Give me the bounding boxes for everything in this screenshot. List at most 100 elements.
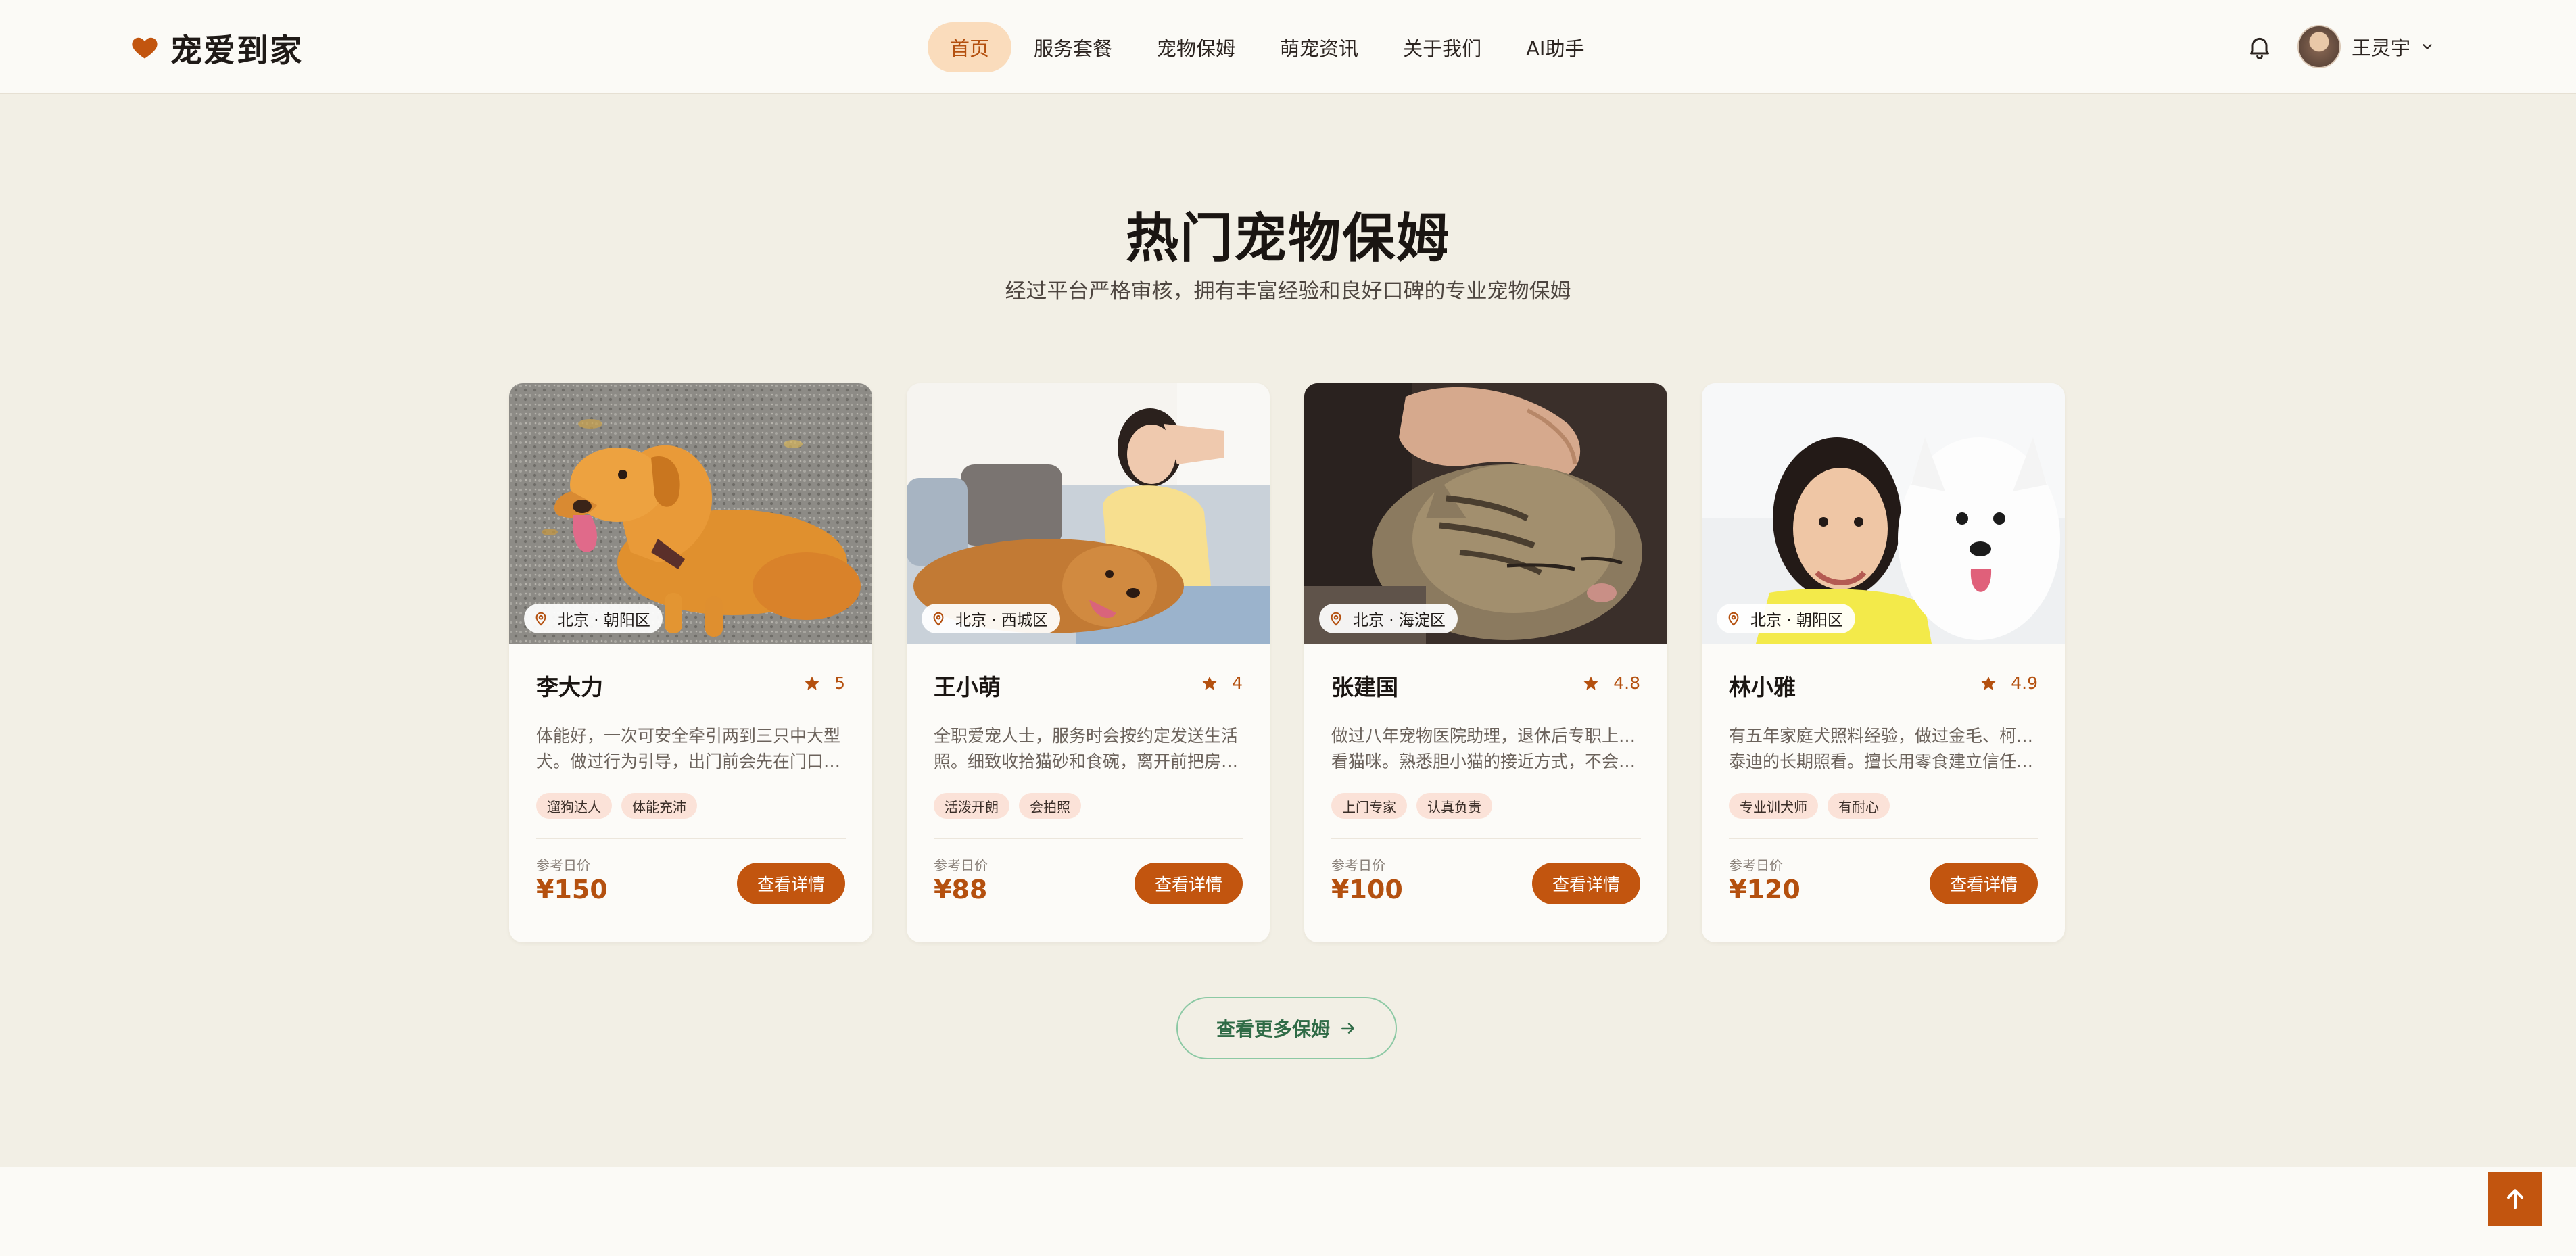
price-label: 参考日价 [1729,857,1783,873]
sitter-rating: 5 [803,673,845,693]
section-title: 热门宠物保姆 [1125,208,1450,269]
top-navbar: 宠爱到家 首页 服务套餐 宠物保姆 萌宠资讯 关于我们 AI助手 王灵宇 [0,0,2576,94]
card-divider [1729,838,2038,839]
sitter-name: 张建国 [1331,674,1398,700]
sitter-name: 李大力 [536,674,603,700]
map-pin-icon [1331,612,1341,626]
view-details-button[interactable]: 查看详情 [737,863,845,904]
sitter-card[interactable]: 北京 · 朝阳区 李大力 5 体能好，一次可安全牵引两到三只中大型 犬。做过行为… [509,383,872,942]
card-divider [536,838,846,839]
rating-value: 5 [834,673,845,693]
arrow-right-icon [1341,1023,1354,1034]
price-label: 参考日价 [934,857,988,873]
card-divider [1331,838,1641,839]
map-pin-icon [1728,612,1739,626]
nav-item-pet-sitters[interactable]: 宠物保姆 [1135,22,1258,72]
sitter-card-body: 林小雅 4.9 有五年家庭犬照料经验，做过金毛、柯基和 泰迪的长期照看。擅长用零… [1702,644,2065,942]
user-menu[interactable]: 王灵宇 [2297,25,2435,68]
bell-icon[interactable] [2246,32,2273,61]
location-badge: 北京 · 朝阳区 [524,604,663,633]
price-value: ¥150 [536,875,608,904]
rating-value: 4 [1232,673,1243,693]
sitter-photo: 北京 · 朝阳区 [509,383,872,644]
price-label: 参考日价 [536,857,590,873]
footer-area [0,1167,2576,1256]
tag: 活泼开朗 [934,793,1009,819]
sitter-name: 林小雅 [1729,674,1796,700]
sitter-description: 体能好，一次可安全牵引两到三只中大型 犬。做过行为引导，出门前会先在门口训… [536,723,846,777]
sitter-name: 王小萌 [934,674,1001,700]
sitter-card[interactable]: 北京 · 西城区 王小萌 4 全职爱宠人士，服务时会按约定发送生活 照。细致收拾… [907,383,1270,942]
sitter-card-body: 王小萌 4 全职爱宠人士，服务时会按约定发送生活 照。细致收拾猫砂和食碗，离开前… [907,644,1270,942]
sitter-card[interactable]: 北京 · 朝阳区 林小雅 4.9 有五年家庭犬照料经验，做过金毛、柯基和 泰迪的… [1702,383,2065,942]
back-to-top-button[interactable] [2488,1172,2542,1226]
tag: 上门专家 [1331,793,1407,819]
description-line: 做过八年宠物医院助理，退休后专职上门照 [1331,726,1641,746]
sitter-description: 有五年家庭犬照料经验，做过金毛、柯基和 泰迪的长期照看。擅长用零食建立信任，… [1729,723,2038,777]
rating-value: 4.8 [1613,673,1640,693]
tag-list: 遛狗达人 体能充沛 [536,793,707,819]
location-badge: 北京 · 海淀区 [1319,604,1458,633]
map-pin-icon [535,612,546,626]
description-line: 全职爱宠人士，服务时会按约定发送生活 [934,726,1239,746]
chevron-down-icon [2423,44,2432,49]
main-nav: 首页 服务套餐 宠物保姆 萌宠资讯 关于我们 AI助手 [928,22,1606,72]
sitter-rating: 4.9 [1980,673,2038,693]
sitter-photo: 北京 · 西城区 [907,383,1270,644]
map-pin-icon [933,612,944,626]
brand-name: 宠爱到家 [170,32,303,70]
description-line: 犬。做过行为引导，出门前会先在门口训… [536,752,846,771]
view-details-button[interactable]: 查看详情 [1135,863,1243,904]
rating-value: 4.9 [2011,673,2038,693]
sitter-card-body: 张建国 4.8 做过八年宠物医院助理，退休后专职上门照 看猫咪。熟悉胆小猫的接近… [1304,644,1667,942]
sitter-card[interactable]: 北京 · 海淀区 张建国 4.8 做过八年宠物医院助理，退休后专职上门照 看猫咪… [1304,383,1667,942]
sitter-rating: 4.8 [1582,673,1640,693]
nav-item-home[interactable]: 首页 [928,22,1012,72]
tag: 体能充沛 [621,793,697,819]
view-more-sitters-button[interactable]: 查看更多保姆 [1176,997,1397,1059]
location-text: 北京 · 海淀区 [1353,612,1446,629]
heart-icon [132,37,158,59]
tag: 有耐心 [1828,793,1890,819]
location-badge: 北京 · 西城区 [922,604,1060,633]
star-icon [805,676,819,690]
description-line: 看猫咪。熟悉胆小猫的接近方式，不会强… [1331,752,1641,771]
view-details-button[interactable]: 查看详情 [1532,863,1640,904]
user-name: 王灵宇 [2352,37,2411,59]
star-icon [1583,676,1598,690]
tag: 专业训犬师 [1729,793,1818,819]
description-line: 照。细致收拾猫砂和食碗，离开前把房间… [934,752,1243,771]
section-subtitle: 经过平台严格审核，拥有丰富经验和良好口碑的专业宠物保姆 [1005,279,1571,304]
location-text: 北京 · 西城区 [955,612,1048,629]
location-badge: 北京 · 朝阳区 [1717,604,1855,633]
sitter-card-body: 李大力 5 体能好，一次可安全牵引两到三只中大型 犬。做过行为引导，出门前会先在… [509,644,872,942]
description-line: 泰迪的长期照看。擅长用零食建立信任，… [1729,752,2038,771]
view-details-button[interactable]: 查看详情 [1930,863,2038,904]
price-value: ¥88 [934,875,988,904]
nav-item-about[interactable]: 关于我们 [1381,22,1504,72]
sitter-photo: 北京 · 朝阳区 [1702,383,2065,644]
description-line: 体能好，一次可安全牵引两到三只中大型 [536,726,841,746]
star-icon [1981,676,1996,690]
avatar [2297,25,2341,68]
location-text: 北京 · 朝阳区 [1750,612,1843,629]
card-divider [934,838,1243,839]
sitter-photo: 北京 · 海淀区 [1304,383,1667,644]
location-text: 北京 · 朝阳区 [558,612,650,629]
nav-item-ai-assistant[interactable]: AI助手 [1504,22,1606,72]
tag-list: 上门专家 认真负责 [1331,793,1502,819]
sitter-description: 全职爱宠人士，服务时会按约定发送生活 照。细致收拾猫砂和食碗，离开前把房间… [934,723,1243,777]
brand-logo[interactable]: 宠爱到家 [130,27,303,70]
tag: 认真负责 [1416,793,1492,819]
sitter-rating: 4 [1201,673,1243,693]
price-value: ¥100 [1331,875,1403,904]
tag-list: 活泼开朗 会拍照 [934,793,1091,819]
arrow-up-icon [2507,1189,2523,1209]
price-label: 参考日价 [1331,857,1385,873]
view-more-label: 查看更多保姆 [1216,1018,1330,1040]
nav-item-packages[interactable]: 服务套餐 [1011,22,1135,72]
nav-item-pet-news[interactable]: 萌宠资讯 [1258,22,1381,72]
description-line: 有五年家庭犬照料经验，做过金毛、柯基和 [1729,726,2038,746]
star-icon [1202,676,1217,690]
tag: 遛狗达人 [536,793,612,819]
